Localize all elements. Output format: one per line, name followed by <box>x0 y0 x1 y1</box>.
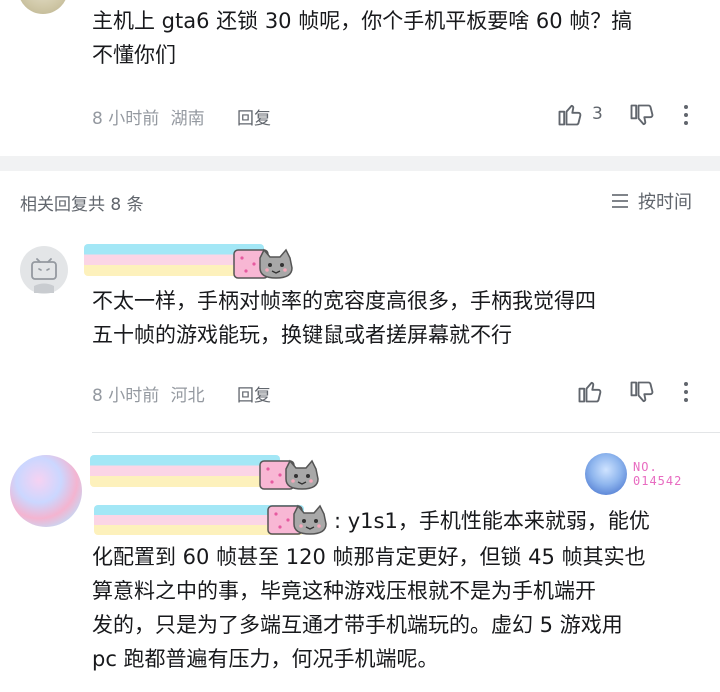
reply-text-line: pc 跑都普遍有压力，何况手机端呢。 <box>92 647 439 671</box>
medal-number: NO. 014542 <box>633 460 682 488</box>
avatar[interactable] <box>10 455 82 527</box>
medal-label: 014542 <box>633 474 683 488</box>
like-button[interactable]: 3 <box>556 100 603 128</box>
sort-label: 按时间 <box>638 192 692 213</box>
nyan-cat-icon <box>267 504 327 535</box>
thumbs-up-icon <box>558 104 582 126</box>
comment-meta: 8 小时前 湖南 <box>92 104 205 129</box>
comment-time: 8 小时前 <box>92 109 160 129</box>
section-divider <box>0 156 720 171</box>
fan-medal-badge[interactable]: NO. 014542 <box>585 452 693 496</box>
medal-label: NO. <box>633 460 658 474</box>
avatar[interactable] <box>18 0 68 14</box>
tv-icon <box>31 258 57 293</box>
reply-text-line: 五十帧的游戏能玩，换键鼠或者搓屏幕就不行 <box>92 323 512 347</box>
reply-text: 化配置到 60 帧甚至 120 帧那肯定更好，但锁 45 帧其实也 算意料之中的… <box>92 540 712 676</box>
more-icon[interactable] <box>676 102 696 128</box>
sort-button[interactable]: 按时间 <box>610 188 692 214</box>
reply-text-line: 发的，只是为了多端互通才带手机端玩的。虚幻 5 游戏用 <box>92 613 623 637</box>
comment-text: 主机上 gta6 还锁 30 帧呢，你个手机平板要啥 60 帧？搞 不懂你们 <box>92 4 712 72</box>
thumbs-down-icon[interactable] <box>628 102 656 130</box>
reply-separator <box>92 432 720 433</box>
reply-meta: 8 小时前 河北 <box>92 381 205 406</box>
like-count: 3 <box>592 104 603 124</box>
list-icon <box>612 194 628 208</box>
reply-time: 8 小时前 <box>92 386 160 406</box>
thumbs-up-icon[interactable] <box>576 377 604 405</box>
reply-text-line: 不太一样，手柄对帧率的宽容度高很多，手柄我觉得四 <box>92 289 596 313</box>
comment-location: 湖南 <box>170 109 205 129</box>
reply-text-line: : y1s1，手机性能本来就弱，能优 <box>334 509 650 533</box>
medal-avatar <box>585 453 627 495</box>
reply-button[interactable]: 回复 <box>237 381 271 406</box>
thumbs-down-icon[interactable] <box>628 379 656 407</box>
reply-text-line: 化配置到 60 帧甚至 120 帧那肯定更好，但锁 45 帧其实也 <box>92 545 646 569</box>
nyan-cat-icon <box>233 248 293 279</box>
more-icon[interactable] <box>676 379 696 405</box>
reply-text-line: 算意料之中的事，毕竟这种游戏压根就不是为手机端开 <box>92 579 596 603</box>
reply-button[interactable]: 回复 <box>237 104 271 129</box>
comment-text-line: 不懂你们 <box>92 43 176 67</box>
comment-text-line: 主机上 gta6 还锁 30 帧呢，你个手机平板要啥 60 帧？搞 <box>92 9 633 33</box>
reply-location: 河北 <box>170 386 205 406</box>
username-banner[interactable] <box>90 455 280 487</box>
avatar[interactable] <box>20 246 68 294</box>
nyan-cat-icon <box>259 459 319 490</box>
replies-count-title: 相关回复共 8 条 <box>20 195 144 215</box>
reply-text: 不太一样，手柄对帧率的宽容度高很多，手柄我觉得四 五十帧的游戏能玩，换键鼠或者搓… <box>92 284 712 352</box>
